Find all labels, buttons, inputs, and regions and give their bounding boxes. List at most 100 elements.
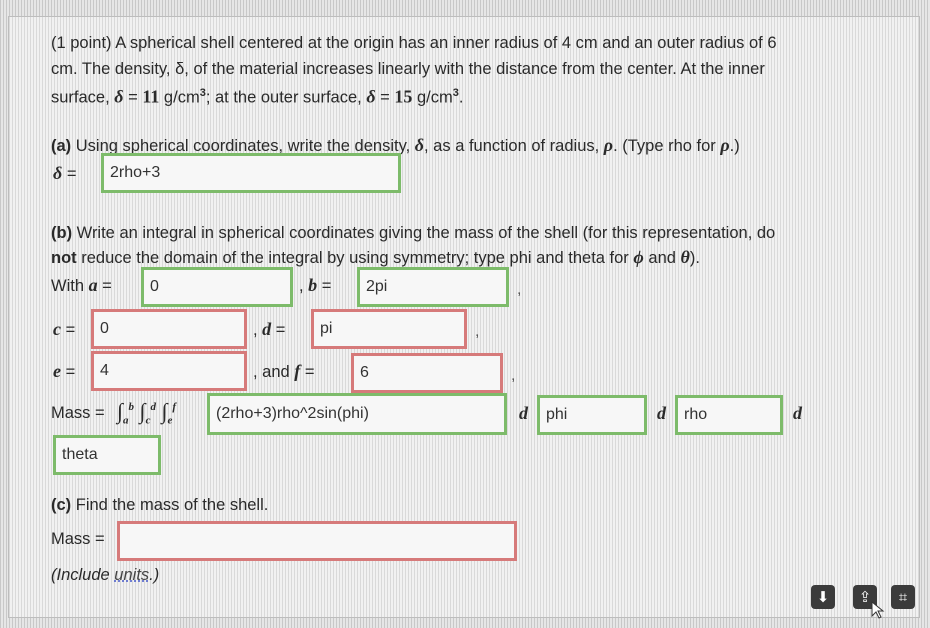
- note-text: (Include: [51, 566, 115, 584]
- with-text: With: [51, 277, 89, 295]
- separator: ,: [511, 367, 516, 384]
- limit-f-label: , and f =: [253, 361, 315, 382]
- upload-icon: ⇪: [858, 589, 872, 606]
- equals-sign: =: [375, 88, 395, 107]
- var1-input[interactable]: phi: [537, 395, 647, 435]
- unit: g/cm: [159, 88, 200, 107]
- d-symbol: d: [657, 403, 666, 423]
- density-input[interactable]: 2rho+3: [101, 153, 401, 193]
- equals-sign: =: [61, 321, 76, 339]
- d-label-3: d: [793, 403, 802, 424]
- var2-input[interactable]: rho: [675, 395, 783, 435]
- mass-answer-label: Mass =: [51, 529, 105, 549]
- equals-sign: =: [317, 277, 332, 295]
- problem-line-2: cm. The density, δ, of the material incr…: [51, 59, 765, 79]
- theta-symbol: θ: [680, 247, 690, 267]
- period: .: [458, 88, 464, 107]
- mouse-pointer-icon: [871, 600, 885, 624]
- limit-b-symbol: b: [308, 275, 318, 295]
- lower-e: e: [167, 414, 173, 427]
- integrand-value: (2rho+3)rho^2sin(phi): [216, 405, 369, 422]
- prompt-text: Find the mass of the shell.: [71, 496, 269, 514]
- part-c-prompt: (c) Find the mass of the shell.: [51, 495, 268, 515]
- limit-b-value: 2pi: [366, 278, 388, 295]
- problem-panel: (1 point) A spherical shell centered at …: [8, 16, 920, 619]
- d-symbol: d: [519, 403, 528, 423]
- prompt-text: and: [643, 249, 681, 267]
- limit-c-symbol: c: [53, 319, 61, 339]
- unit: g/cm: [412, 88, 453, 107]
- delta-symbol: δ: [366, 86, 376, 107]
- problem-line-3: surface, δ = 11 g/cm3; at the outer surf…: [51, 83, 463, 108]
- part-b-prompt-2: not reduce the domain of the integral by…: [51, 247, 700, 268]
- mass-label: Mass =: [51, 530, 105, 548]
- var3-value: theta: [62, 446, 98, 463]
- units-help-link[interactable]: units: [114, 566, 149, 584]
- problem-line-1: (1 point) A spherical shell centered at …: [51, 33, 777, 53]
- limit-e-label: e =: [53, 361, 75, 382]
- separator: ,: [517, 281, 522, 298]
- equals-sign: =: [62, 165, 77, 183]
- limit-a-input[interactable]: 0: [141, 267, 293, 307]
- var3-input[interactable]: theta: [53, 435, 161, 475]
- problem-text: ; at the outer surface,: [205, 88, 367, 107]
- separator: ,: [475, 323, 480, 340]
- part-a-label: (a): [51, 137, 72, 155]
- and-text: , and: [253, 363, 295, 381]
- delta-label: δ =: [53, 163, 76, 184]
- bold-not: not: [51, 249, 77, 267]
- limit-c-label: c =: [53, 319, 75, 340]
- delta-symbol: δ: [414, 135, 425, 155]
- equals-sign: =: [97, 277, 112, 295]
- limit-b-label: , b =: [299, 275, 331, 296]
- comma: ,: [299, 277, 309, 295]
- phi-symbol: ϕ: [633, 247, 644, 267]
- upper-b: b: [128, 401, 135, 413]
- lower-c: c: [145, 414, 151, 427]
- limit-e-input[interactable]: 4: [91, 351, 247, 391]
- d-label-2: d: [657, 403, 666, 424]
- outer-density: 15: [394, 86, 413, 107]
- limit-d-value: pi: [320, 320, 333, 337]
- mass-answer-input[interactable]: [117, 521, 517, 561]
- note-text: .): [149, 566, 160, 584]
- delta-symbol: δ: [53, 163, 63, 183]
- prompt-text: , as a function of radius,: [424, 137, 604, 155]
- prompt-text: ).: [689, 249, 700, 267]
- grid-button[interactable]: ⌗: [891, 585, 915, 609]
- upper-d: d: [150, 401, 156, 413]
- with-a-label: With a =: [51, 275, 112, 296]
- rho-symbol: ρ: [720, 135, 730, 155]
- problem-text: cm. The density, δ, of the material incr…: [51, 60, 765, 78]
- triple-integral: ∫ab ∫cd ∫ef: [117, 398, 177, 427]
- d-label-1: d: [519, 403, 528, 424]
- problem-text: surface,: [51, 88, 115, 107]
- limit-a-symbol: a: [88, 275, 98, 295]
- integrand-input[interactable]: (2rho+3)rho^2sin(phi): [207, 393, 507, 435]
- download-button[interactable]: ⬇: [811, 585, 835, 609]
- include-units-note: (Include units.): [51, 565, 159, 585]
- rho-symbol: ρ: [603, 135, 614, 155]
- limit-d-input[interactable]: pi: [311, 309, 467, 349]
- d-symbol: d: [793, 403, 802, 423]
- grid-icon: ⌗: [898, 588, 908, 606]
- limit-d-symbol: d: [262, 319, 272, 339]
- limit-f-value: 6: [360, 364, 369, 381]
- prompt-text: Write an integral in spherical coordinat…: [72, 224, 776, 242]
- density-input-value: 2rho+3: [110, 164, 161, 181]
- equals-sign: =: [61, 363, 76, 381]
- limit-e-value: 4: [100, 362, 109, 379]
- prompt-text: reduce the domain of the integral by usi…: [76, 249, 634, 267]
- var1-value: phi: [546, 406, 568, 423]
- part-b-label: (b): [51, 224, 73, 242]
- limit-b-input[interactable]: 2pi: [357, 267, 509, 307]
- limit-f-input[interactable]: 6: [351, 353, 503, 393]
- var2-value: rho: [684, 406, 708, 423]
- inner-density: 11: [142, 86, 160, 107]
- limit-a-value: 0: [150, 278, 159, 295]
- comma: ,: [253, 321, 263, 339]
- mass-integral-label: Mass =: [51, 403, 105, 423]
- equals-sign: =: [300, 363, 315, 381]
- limit-c-input[interactable]: 0: [91, 309, 247, 349]
- part-c-label: (c): [51, 496, 72, 514]
